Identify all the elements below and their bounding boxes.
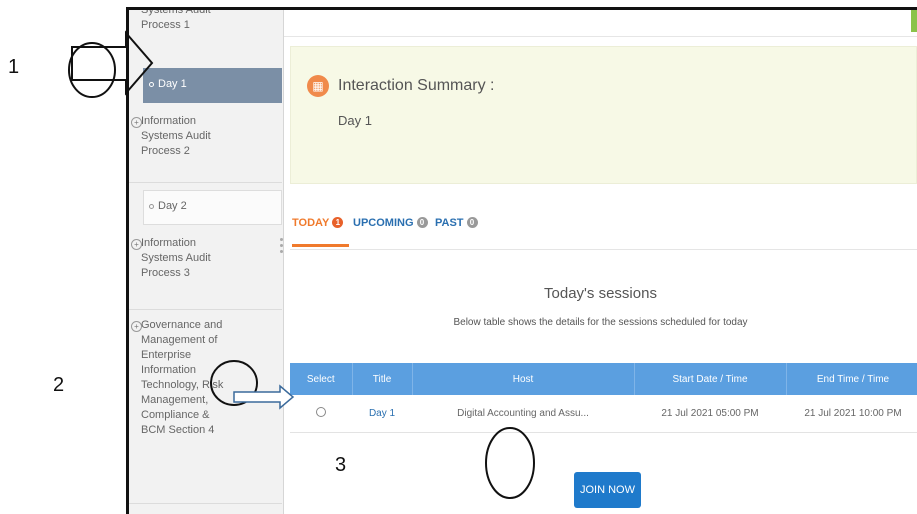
session-start: 21 Jul 2021 05:00 PM <box>634 395 786 433</box>
sidebar-item-label: Systems Audit <box>141 130 211 142</box>
sessions-description: Below table shows the details for the se… <box>453 317 748 328</box>
annotation-number-1: 1 <box>8 56 20 78</box>
sidebar-item-label: Management of <box>141 334 218 346</box>
sidebar-item-label: Systems Audit <box>141 7 211 16</box>
sidebar-item-label: Systems Audit <box>141 252 211 264</box>
sidebar-item-label: Information <box>141 237 197 249</box>
bullet-icon <box>149 204 154 209</box>
sidebar-item-label: Day 1 <box>158 78 187 90</box>
sidebar-item-label: Day 2 <box>158 200 187 212</box>
session-select-radio[interactable] <box>316 407 326 417</box>
annotation-circle-1 <box>68 42 116 98</box>
column-header: Select <box>290 363 353 395</box>
sidebar-item-label: Process 1 <box>141 19 190 31</box>
chat-icon: ▦ <box>307 75 329 97</box>
interaction-summary-panel: ▦ Interaction Summary : Day 1 <box>290 46 917 184</box>
count-badge: 0 <box>466 217 478 228</box>
divider <box>129 182 282 183</box>
sidebar-item-day-1[interactable]: Day 1 <box>143 68 282 103</box>
main-content: ▦ Interaction Summary : Day 1 TODAY 1 UPC… <box>284 10 917 514</box>
sessions-table: Select Title Host Start Date / Time End … <box>290 363 917 433</box>
bullet-icon <box>149 82 154 87</box>
sidebar-item-is-audit-3[interactable]: + Information Systems Audit Process 3 <box>129 236 282 296</box>
annotation-number-3: 3 <box>335 454 347 476</box>
annotation-number-2: 2 <box>53 374 65 396</box>
sidebar-item-label: Technology, Risk <box>141 379 224 391</box>
divider <box>129 503 282 504</box>
sidebar-item-label: Process 3 <box>141 267 190 279</box>
count-badge: 0 <box>416 217 428 228</box>
count-badge: 1 <box>332 217 344 228</box>
session-title[interactable]: Day 1 <box>352 395 412 433</box>
sidebar-item-label: Information <box>141 115 197 127</box>
session-host: Digital Accounting and Assu... <box>412 395 634 433</box>
sidebar-item-label: Management, <box>141 394 209 406</box>
session-tabs: TODAY 1 UPCOMING 0 PAST 0 <box>290 205 917 250</box>
column-header: Title <box>352 363 413 395</box>
sidebar-item-label: Compliance & <box>141 409 210 421</box>
table-row[interactable]: Day 1 Digital Accounting and Assu... 21 … <box>290 395 917 433</box>
table-header-row: Select Title Host Start Date / Time End … <box>290 363 917 395</box>
sidebar-item-label: Information <box>141 364 197 376</box>
sidebar-item-label: Process 2 <box>141 145 190 157</box>
sidebar-item-label: Enterprise <box>141 349 192 361</box>
summary-subtitle: Day 1 <box>338 113 372 128</box>
sidebar-item-is-audit-2[interactable]: + Information Systems Audit Process 2 <box>129 114 282 174</box>
column-header: End Time / Time <box>786 363 917 395</box>
tab-upcoming[interactable]: UPCOMING 0 <box>353 217 428 247</box>
sessions-heading: Today's sessions <box>544 285 657 302</box>
resize-handle[interactable] <box>280 238 283 256</box>
tab-today[interactable]: TODAY 1 <box>292 217 350 247</box>
summary-title: Interaction Summary : <box>338 77 495 94</box>
sidebar-item-governance-4[interactable]: + Governance and Management of Enterpris… <box>129 318 282 468</box>
tab-past[interactable]: PAST 0 <box>435 217 478 247</box>
sidebar-item-systems-audit-1[interactable]: Systems Audit Process 1 <box>129 7 282 53</box>
divider <box>129 309 282 310</box>
top-bar <box>284 10 917 37</box>
column-header: Host <box>412 363 635 395</box>
join-now-button[interactable]: JOIN NOW <box>574 472 641 508</box>
column-header: Start Date / Time <box>634 363 787 395</box>
session-end: 21 Jul 2021 10:00 PM <box>786 395 917 433</box>
sidebar-item-label: BCM Section 4 <box>141 424 215 436</box>
status-accent <box>911 10 917 32</box>
sidebar: Systems Audit Process 1 Day 1 + Informat… <box>129 10 284 514</box>
app-window: Systems Audit Process 1 Day 1 + Informat… <box>126 7 917 514</box>
sidebar-item-day-2[interactable]: Day 2 <box>143 190 282 225</box>
sidebar-item-label: Governance and <box>141 319 223 331</box>
